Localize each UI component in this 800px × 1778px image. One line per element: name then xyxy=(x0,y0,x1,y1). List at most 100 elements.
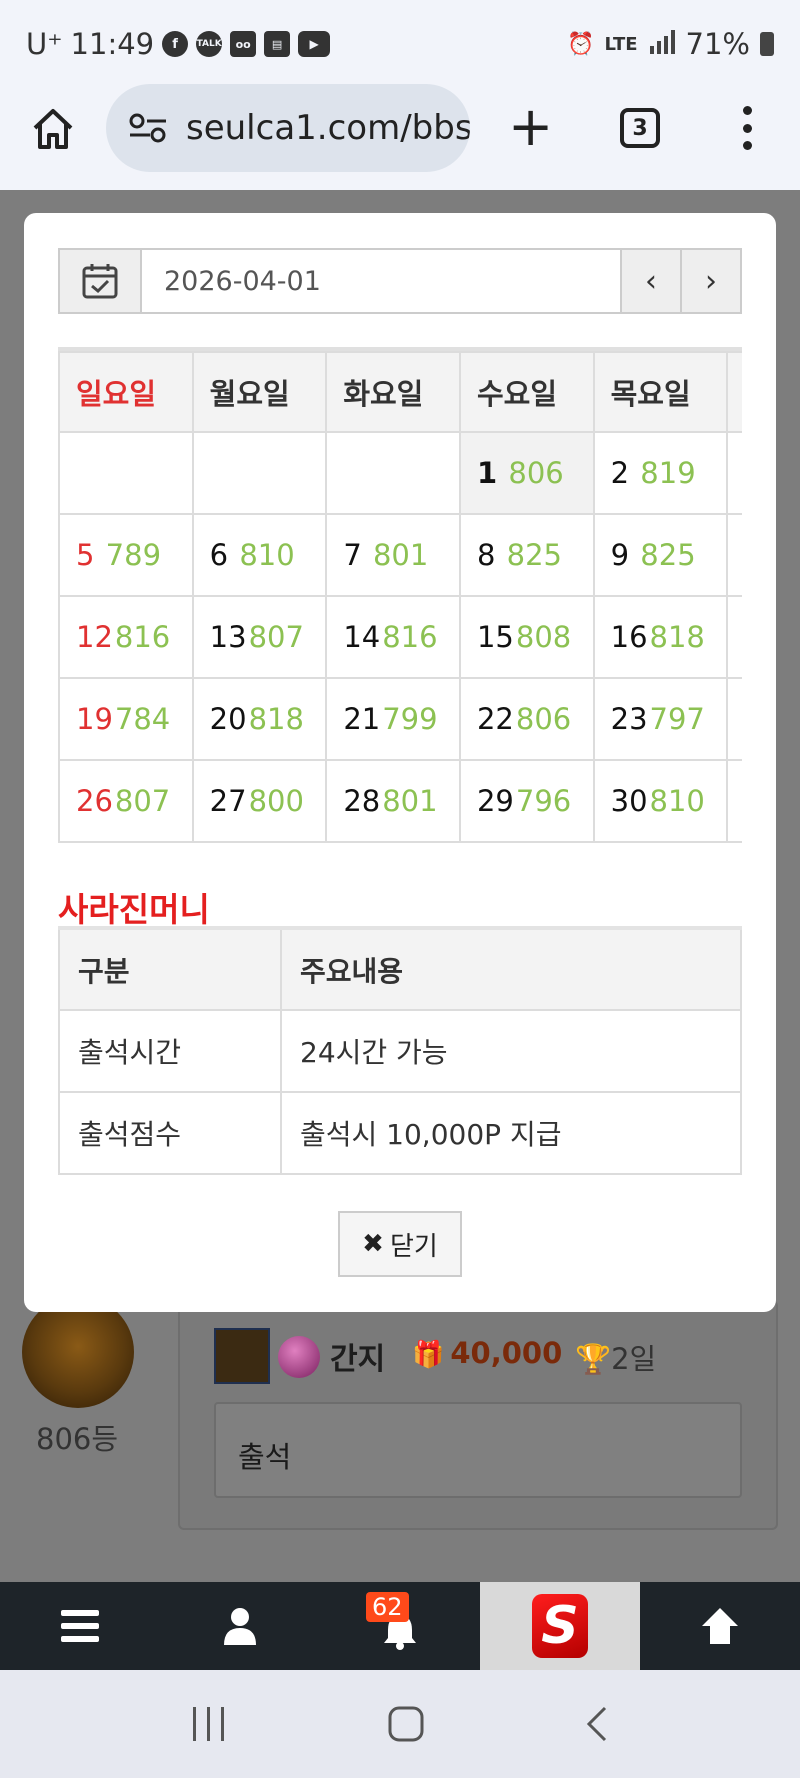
points-value: 40,000 xyxy=(450,1336,563,1370)
comment-text: 출석 xyxy=(214,1402,742,1498)
site-logo-button[interactable]: S xyxy=(480,1582,640,1670)
info-cell: 출석시 10,000P 지급 xyxy=(280,1091,742,1175)
home-nav-icon[interactable] xyxy=(388,1706,424,1742)
system-nav-bar xyxy=(0,1670,800,1778)
carrier-label: U⁺ xyxy=(26,27,63,61)
weekday-header: 수요일 xyxy=(458,351,595,433)
avatar xyxy=(22,1296,134,1408)
site-settings-icon[interactable] xyxy=(128,113,168,143)
info-row: 출석시간 24시간 가능 xyxy=(58,1009,742,1093)
calendar-day[interactable]: 2 819 xyxy=(592,431,729,515)
trophy-icon: 🏆 xyxy=(575,1342,612,1376)
signal-icon xyxy=(648,27,676,61)
calendar-day[interactable]: 2480 xyxy=(726,677,742,761)
info-header: 구분 xyxy=(58,927,282,1011)
cc-icon: oo xyxy=(230,31,257,57)
info-row: 출석점수 출석시 10,000P 지급 xyxy=(58,1091,742,1175)
calendar-day[interactable]: 1778 xyxy=(726,595,742,679)
prev-month-button[interactable]: ‹ xyxy=(620,250,680,312)
calendar-day[interactable]: 13807 xyxy=(191,595,328,679)
url-bar[interactable]: seulca1.com/bbs/ xyxy=(106,84,470,172)
calendar-day[interactable]: 21799 xyxy=(325,677,461,761)
site-logo-icon: S xyxy=(532,1594,588,1658)
info-cell: 출석시간 xyxy=(58,1009,282,1093)
close-icon: ✖ xyxy=(362,1229,384,1259)
calendar-day[interactable] xyxy=(726,759,742,843)
calendar-day[interactable] xyxy=(191,431,328,515)
notifications-button[interactable]: 62 xyxy=(320,1582,480,1670)
weekday-header: 목요일 xyxy=(592,351,729,433)
calendar-day[interactable]: 8 825 xyxy=(458,513,595,597)
calendar-day[interactable]: 19784 xyxy=(58,677,194,761)
calendar-button[interactable] xyxy=(60,250,142,312)
news-icon: ▤ xyxy=(264,31,291,57)
calendar-day[interactable]: 14816 xyxy=(325,595,461,679)
weekday-header: 월요일 xyxy=(191,351,328,433)
days-value: 2일 xyxy=(611,1342,657,1376)
section-title: 사라진머니 xyxy=(58,890,210,929)
home-button[interactable] xyxy=(30,106,76,152)
scroll-top-button[interactable] xyxy=(640,1582,800,1670)
calendar-day[interactable]: 20818 xyxy=(191,677,328,761)
date-picker: 2026-04-01 ‹ › xyxy=(58,248,742,314)
close-label: 닫기 xyxy=(389,1231,438,1262)
calendar-day[interactable]: 9 825 xyxy=(592,513,729,597)
home-icon xyxy=(33,109,73,149)
calendar-day[interactable]: 15808 xyxy=(458,595,595,679)
calendar-day[interactable]: 27800 xyxy=(191,759,328,843)
nickname[interactable]: 간지 xyxy=(330,1334,385,1378)
calendar-day[interactable]: 5 789 xyxy=(58,513,194,597)
calendar-day[interactable]: 12816 xyxy=(58,595,194,679)
calendar-week: 26807 27800 28801 29796 30810 xyxy=(58,759,742,843)
comment-card: 간지 🎁 40,000 🏆2일 출석 xyxy=(178,1300,778,1530)
calendar-day[interactable]: 1083 xyxy=(726,513,742,597)
calendar-day[interactable]: 28801 xyxy=(325,759,461,843)
calendar-day-today[interactable]: 1 806 xyxy=(458,431,595,515)
next-month-button[interactable]: › xyxy=(680,250,740,312)
calendar-day[interactable]: 26807 xyxy=(58,759,194,843)
menu-button[interactable] xyxy=(0,1582,160,1670)
calendar-day[interactable] xyxy=(325,431,461,515)
youtube-icon: ▶ xyxy=(298,31,331,57)
url-text: seulca1.com/bbs/ xyxy=(186,108,470,148)
calendar-day[interactable]: 29796 xyxy=(458,759,595,843)
recent-apps-icon[interactable] xyxy=(191,1707,227,1741)
calendar-day[interactable]: 6 810 xyxy=(191,513,328,597)
talk-icon: TALK xyxy=(196,31,223,57)
gift-icon: 🎁 xyxy=(412,1340,445,1370)
facebook-icon: f xyxy=(162,31,189,57)
points-label: 🎁 40,000 xyxy=(412,1336,562,1370)
status-right: ⏰ LTE 71% xyxy=(567,27,774,61)
weekday-header: 일요일 xyxy=(58,351,194,433)
badge-icon xyxy=(278,1336,320,1378)
browser-menu-button[interactable] xyxy=(742,106,752,150)
calendar-day[interactable]: 22806 xyxy=(458,677,595,761)
hamburger-icon xyxy=(61,1610,99,1642)
tab-switcher-button[interactable]: 3 xyxy=(620,108,660,148)
calendar-day[interactable] xyxy=(58,431,194,515)
back-icon[interactable] xyxy=(585,1706,609,1742)
close-button[interactable]: ✖ 닫기 xyxy=(338,1211,462,1277)
battery-label: 71% xyxy=(685,27,750,61)
new-tab-button[interactable]: + xyxy=(508,100,553,154)
date-input[interactable]: 2026-04-01 xyxy=(142,250,620,312)
battery-icon xyxy=(760,32,774,56)
profile-button[interactable] xyxy=(160,1582,320,1670)
alarm-icon: ⏰ xyxy=(567,31,595,57)
calendar-week: 1 806 2 819 3 79 xyxy=(58,431,742,515)
calendar-day[interactable]: 3 79 xyxy=(726,431,742,515)
calendar-table: 일요일 월요일 화요일 수요일 목요일 금요 1 806 2 819 3 79 xyxy=(58,351,742,843)
status-bar: U⁺ 11:49 f TALK oo ▤ ▶ ⏰ LTE 71% xyxy=(0,0,800,88)
attendance-info-table: 구분 주요내용 출석시간 24시간 가능 출석점수 출석시 10,000P 지급 xyxy=(58,926,742,1175)
arrow-up-icon xyxy=(702,1608,738,1644)
notification-badge: 62 xyxy=(366,1592,409,1622)
clock: 11:49 xyxy=(70,27,155,61)
info-cell: 출석점수 xyxy=(58,1091,282,1175)
weekday-header: 금요 xyxy=(726,351,742,433)
calendar-day[interactable]: 16818 xyxy=(592,595,729,679)
calendar-day[interactable]: 30810 xyxy=(592,759,729,843)
rank-label: 806등 xyxy=(36,1422,119,1456)
calendar-week: 5 789 6 810 7 801 8 825 9 825 1083 xyxy=(58,513,742,597)
calendar-day[interactable]: 23797 xyxy=(592,677,729,761)
calendar-day[interactable]: 7 801 xyxy=(325,513,461,597)
